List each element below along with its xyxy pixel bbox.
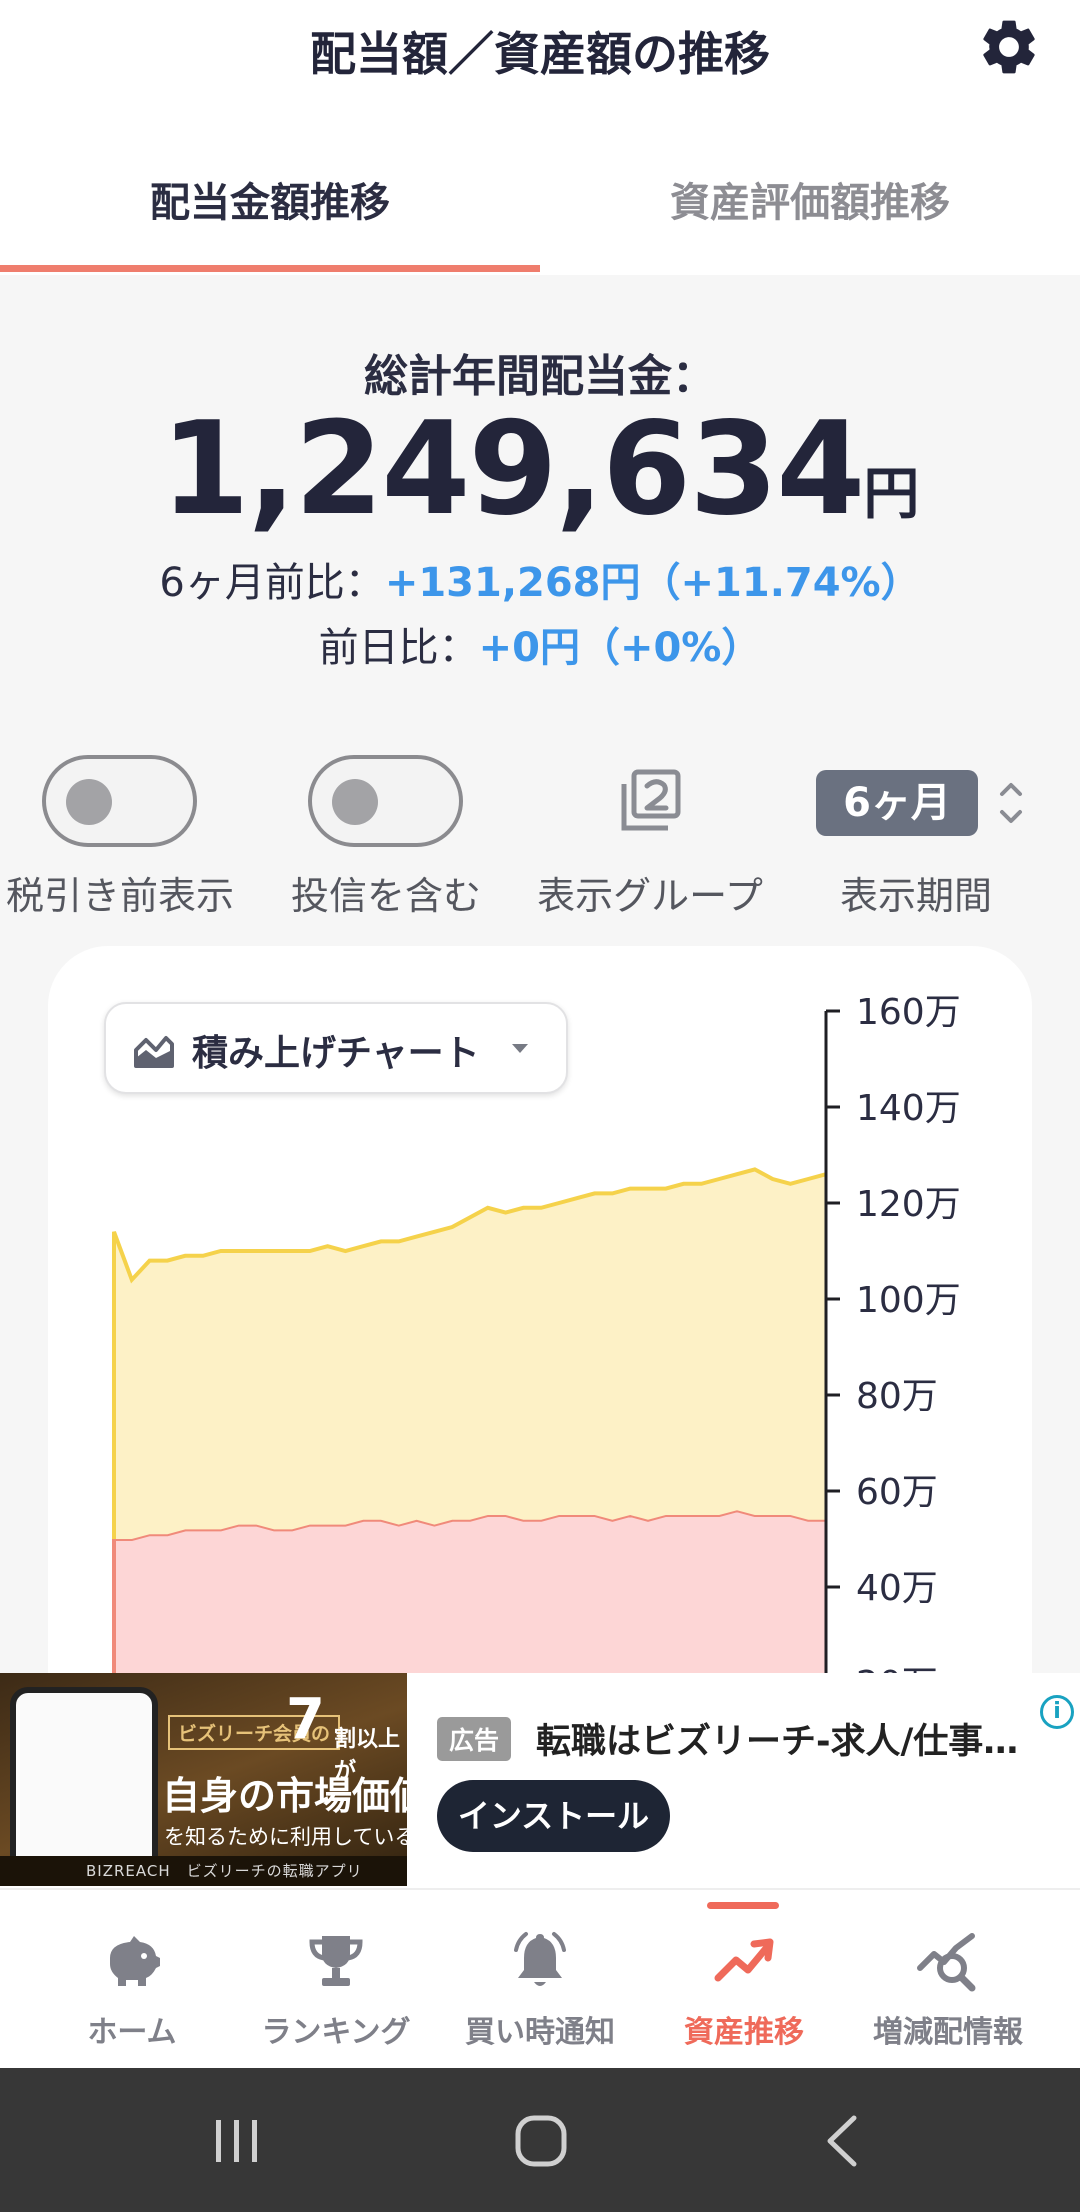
ad-image-subline: を知るために利用している [164, 1825, 407, 1849]
nav-buy-alert[interactable]: 買い時通知 [432, 1890, 648, 2070]
info-icon[interactable]: i [1040, 1695, 1074, 1729]
series-1-area [114, 1169, 826, 1539]
ad-image-number: 7 [286, 1687, 325, 1752]
ad-banner[interactable]: ビズリーチ会員の 7 割以上が 自身の市場価値 を知るために利用している BIZ… [0, 1673, 1080, 1888]
ad-tag: 広告 [437, 1717, 512, 1761]
ad-image-headline: 自身の市場価値 [162, 1774, 407, 1818]
nav-label-home: ホーム [87, 2015, 177, 2050]
y-tick-label: 40万 [856, 1568, 938, 1609]
trophy-icon [309, 1936, 363, 1986]
bell-icon [514, 1932, 566, 1986]
ad-title[interactable]: 転職はビズリーチ-求人/仕事… [536, 1713, 1018, 1764]
recents-icon[interactable] [212, 2118, 262, 2164]
ad-image-footer: BIZREACH ビズリーチの転職アプリ [0, 1856, 407, 1886]
chart-search-icon [917, 1933, 976, 1992]
nav-dividend-info[interactable]: 増減配情報 [840, 1890, 1056, 2070]
y-tick-label: 80万 [856, 1376, 938, 1417]
chart-type-label: 積み上げチャート [192, 1033, 480, 1074]
back-chevron-icon[interactable] [822, 2114, 862, 2168]
nav-home[interactable]: ホーム [24, 1890, 240, 2070]
bottom-navigation: ホーム ランキング 買い時通知 資産推移 増減配情報 [0, 1888, 1080, 2068]
nav-label-asset-trend: 資産推移 [684, 2015, 804, 2050]
nav-label-ranking: ランキング [261, 2015, 411, 2050]
piggy-bank-icon [110, 1936, 160, 1986]
nav-label-dividend-info: 増減配情報 [873, 2015, 1023, 2050]
trend-up-icon [714, 1938, 774, 1982]
y-tick-label: 60万 [856, 1472, 938, 1513]
area-chart-icon [134, 1036, 174, 1068]
nav-label-buy-alert: 買い時通知 [465, 2015, 615, 2050]
nav-asset-trend[interactable]: 資産推移 [636, 1890, 852, 2070]
y-tick-label: 20万 [856, 1664, 938, 1673]
y-tick-label: 160万 [856, 992, 961, 1033]
series-0-area [114, 1510, 826, 1673]
home-circle-icon[interactable] [514, 2114, 568, 2168]
y-tick-label: 100万 [856, 1280, 961, 1321]
caret-down-icon [512, 1044, 528, 1053]
y-tick-label: 120万 [856, 1184, 961, 1225]
ad-image[interactable]: ビズリーチ会員の 7 割以上が 自身の市場価値 を知るために利用している BIZ… [0, 1673, 407, 1886]
y-tick-label: 140万 [856, 1088, 961, 1129]
ad-install-button[interactable]: インストール [437, 1780, 670, 1852]
system-navigation-bar [0, 2068, 1080, 2212]
nav-ranking[interactable]: ランキング [228, 1890, 444, 2070]
chart-type-dropdown[interactable]: 積み上げチャート [104, 1002, 568, 1094]
stacked-area-chart: 20万 40万 60万 80万 100万 120万 140万 160万 [112, 992, 961, 1673]
